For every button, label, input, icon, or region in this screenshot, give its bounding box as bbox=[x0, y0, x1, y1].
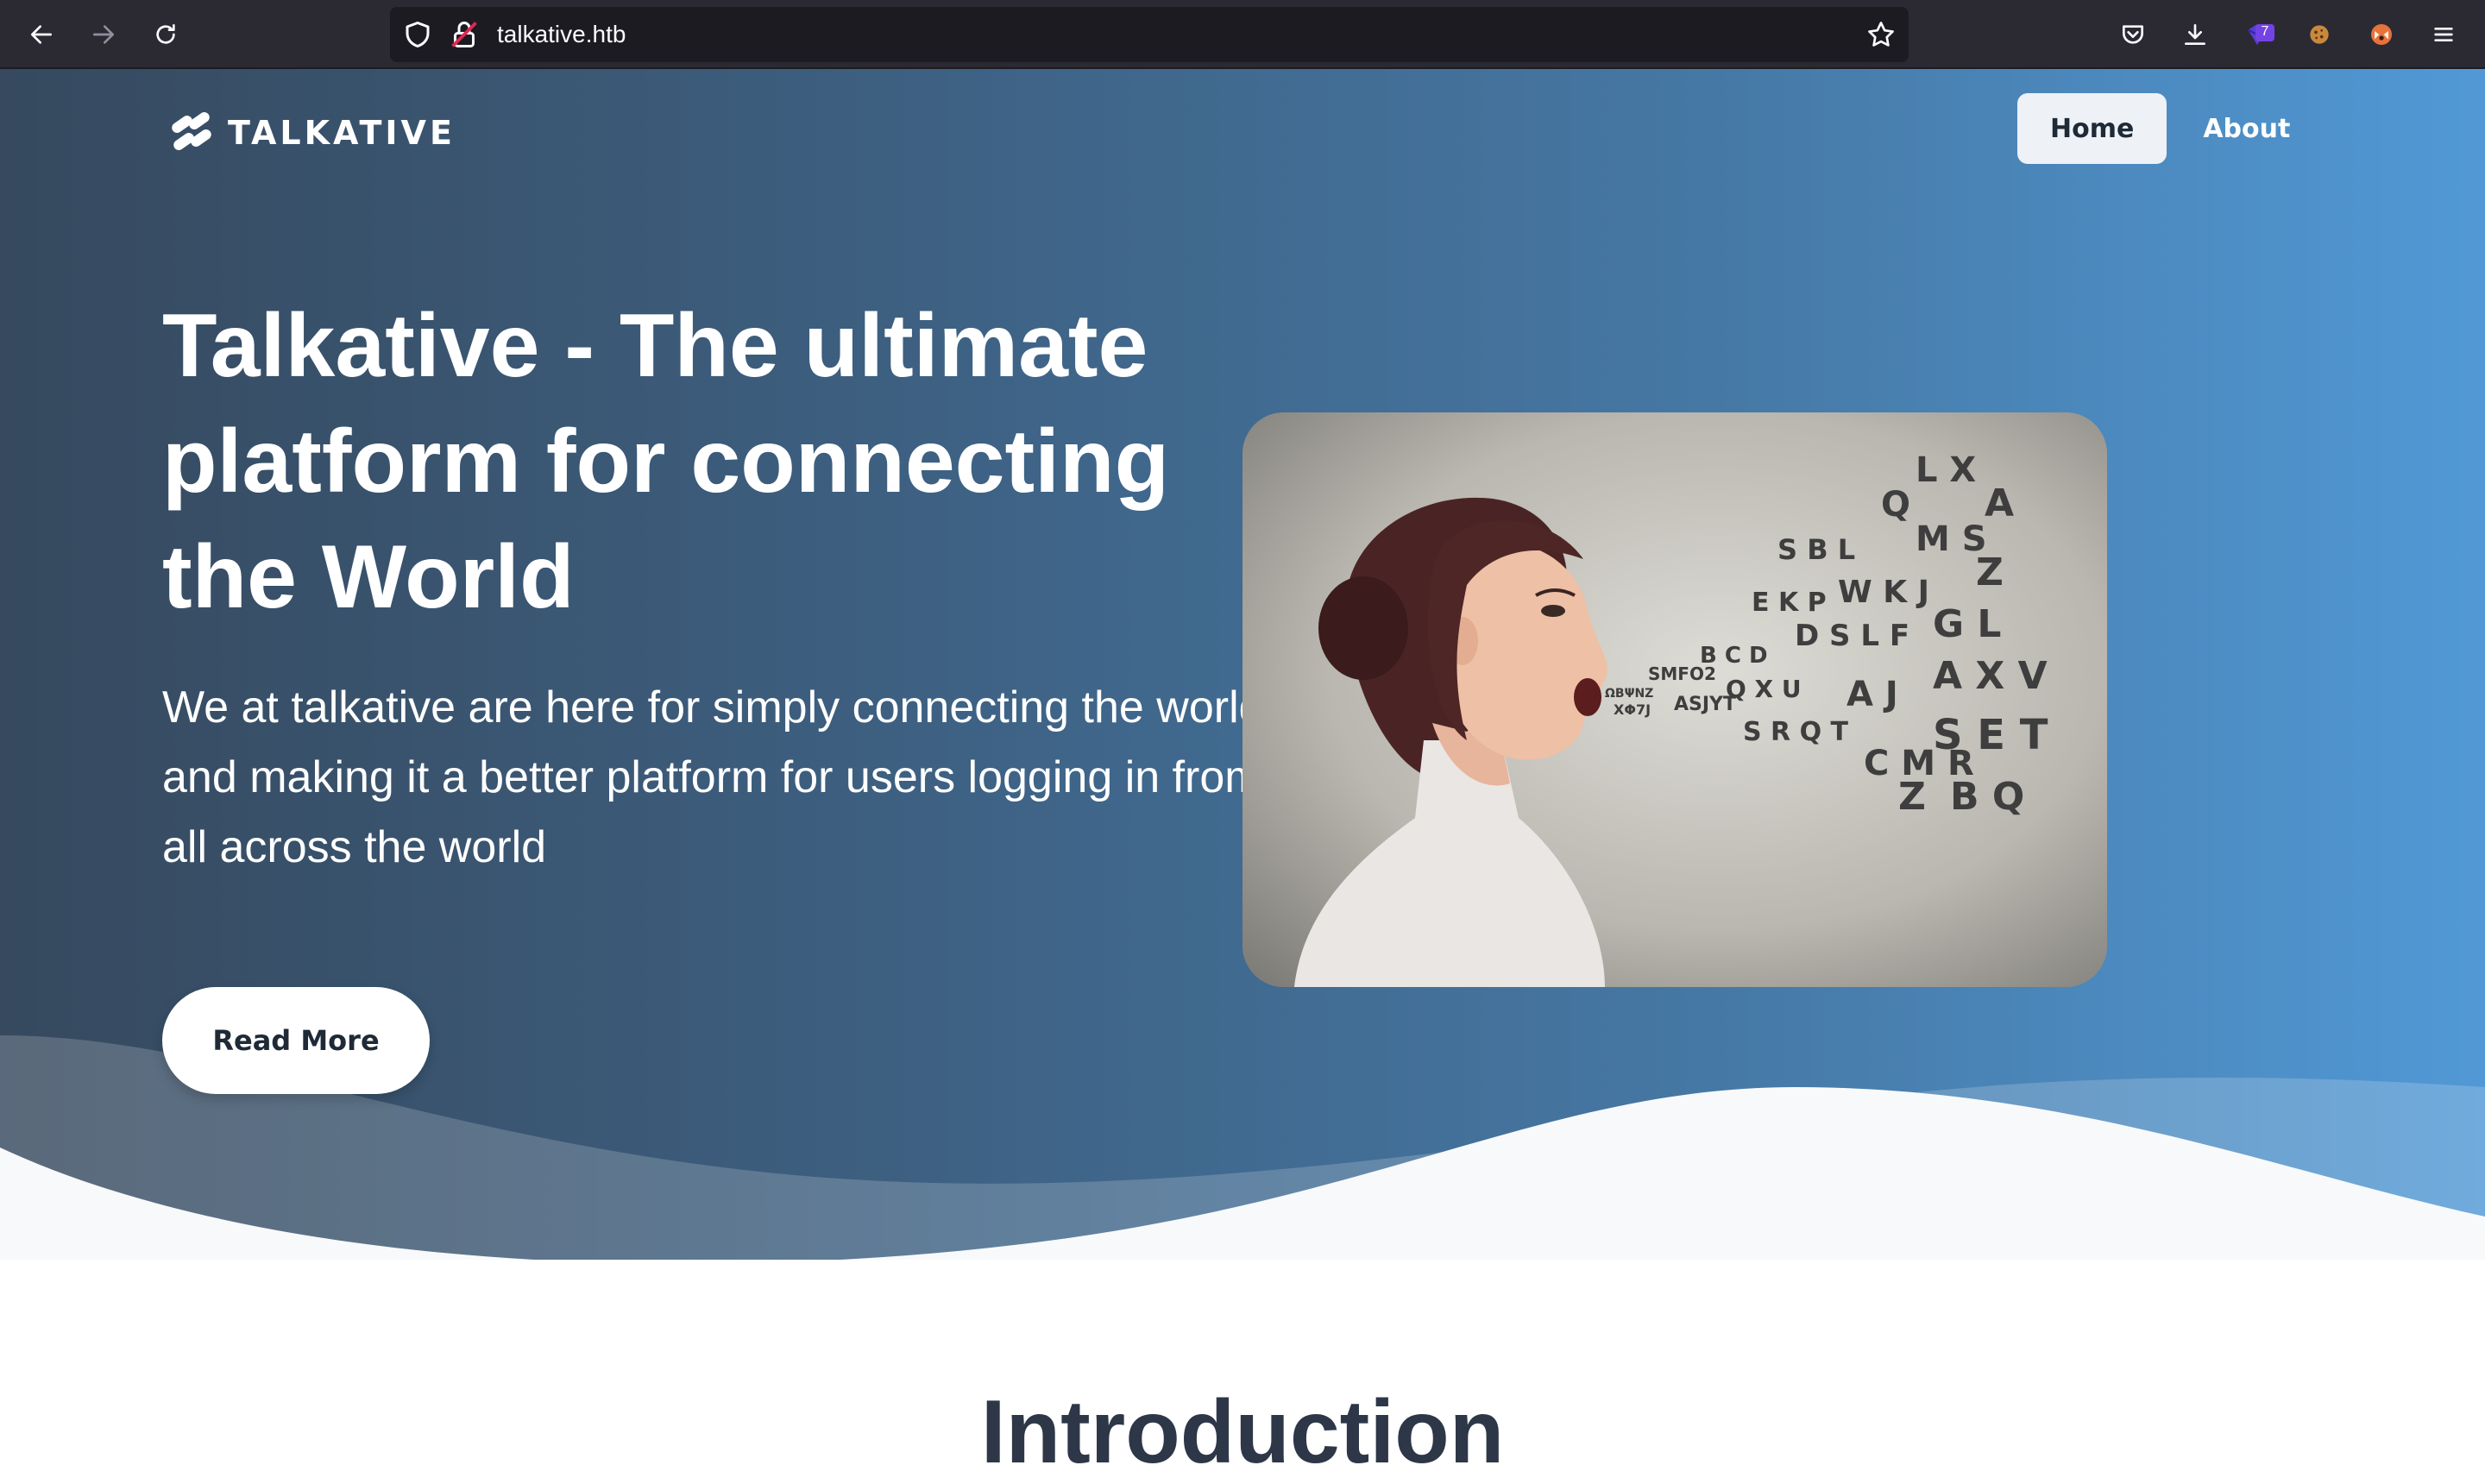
cookie-extension-button[interactable] bbox=[2299, 14, 2340, 55]
svg-text:S E T: S E T bbox=[1933, 711, 2048, 759]
intro-title: Introduction bbox=[980, 1382, 1505, 1482]
hero-image: ΩBΨNZ XΦ7J SMFO2 ASJYT B C D Q X U S R Q… bbox=[1242, 412, 2107, 987]
lock-icon[interactable] bbox=[449, 19, 480, 50]
browser-toolbar: talkative.htb 7 bbox=[0, 0, 2485, 69]
logo-text: TALKATIVE bbox=[228, 114, 456, 152]
svg-text:A: A bbox=[1985, 481, 2014, 525]
svg-text:XΦ7J: XΦ7J bbox=[1614, 701, 1651, 718]
svg-text:G L: G L bbox=[1933, 602, 2001, 646]
nav-home[interactable]: Home bbox=[2017, 93, 2167, 164]
star-icon[interactable] bbox=[1865, 19, 1897, 50]
svg-text:ΩBΨNZ: ΩBΨNZ bbox=[1605, 687, 1653, 701]
menu-button[interactable] bbox=[2423, 14, 2464, 55]
svg-text:Z: Z bbox=[1976, 550, 2004, 594]
forward-arrow-icon bbox=[93, 25, 114, 44]
pocket-button[interactable] bbox=[2112, 14, 2154, 55]
woman-speaking-illustration: ΩBΨNZ XΦ7J SMFO2 ASJYT B C D Q X U S R Q… bbox=[1242, 412, 2107, 987]
download-icon bbox=[2185, 24, 2205, 45]
svg-text:S B L: S B L bbox=[1777, 533, 1855, 566]
svg-text:B C D: B C D bbox=[1700, 643, 1768, 669]
cookie-icon bbox=[2310, 25, 2329, 44]
svg-text:Z: Z bbox=[1898, 775, 1926, 819]
svg-text:L X: L X bbox=[1916, 450, 1976, 490]
site-logo[interactable]: TALKATIVE bbox=[166, 107, 456, 159]
intro-section: Introduction bbox=[0, 1260, 2485, 1482]
back-arrow-icon bbox=[31, 25, 52, 44]
talkative-logo-icon bbox=[172, 111, 211, 151]
nav-about[interactable]: About bbox=[2201, 93, 2292, 164]
extension-button[interactable]: 7 bbox=[2236, 14, 2278, 55]
svg-text:W K J: W K J bbox=[1838, 575, 1929, 610]
svg-text:A X V: A X V bbox=[1933, 654, 2048, 698]
svg-text:Q: Q bbox=[1881, 485, 1910, 525]
svg-text:Q X U: Q X U bbox=[1726, 675, 1802, 703]
svg-text:D S L F: D S L F bbox=[1795, 619, 1909, 653]
downloads-button[interactable] bbox=[2174, 14, 2216, 55]
svg-text:S R Q T: S R Q T bbox=[1743, 717, 1849, 747]
hero-subtitle: We at talkative are here for simply conn… bbox=[162, 682, 1264, 872]
url-bar[interactable]: talkative.htb bbox=[390, 7, 1909, 62]
svg-text:A J: A J bbox=[1846, 675, 1898, 714]
menu-icon bbox=[2434, 27, 2453, 41]
svg-text:B Q: B Q bbox=[1950, 775, 2024, 819]
url-text[interactable]: talkative.htb bbox=[497, 7, 626, 62]
svg-text:E K P: E K P bbox=[1752, 588, 1827, 618]
forward-button[interactable] bbox=[83, 14, 124, 55]
fox-extension-button[interactable] bbox=[2361, 14, 2402, 55]
reload-icon bbox=[156, 24, 175, 44]
hero-title: Talkative - The ultimate platform for co… bbox=[162, 296, 1170, 627]
fox-extension-icon bbox=[2371, 24, 2392, 45]
pocket-icon bbox=[2123, 25, 2143, 44]
reload-button[interactable] bbox=[145, 14, 186, 55]
hero-section: TALKATIVE Home About Talkative - The ult… bbox=[0, 69, 2485, 1260]
extension-badge: 7 bbox=[2255, 24, 2274, 41]
read-more-button[interactable]: Read More bbox=[162, 987, 430, 1094]
shield-icon[interactable] bbox=[402, 19, 433, 50]
back-button[interactable] bbox=[21, 14, 62, 55]
main-nav: Home About bbox=[2017, 93, 2292, 164]
